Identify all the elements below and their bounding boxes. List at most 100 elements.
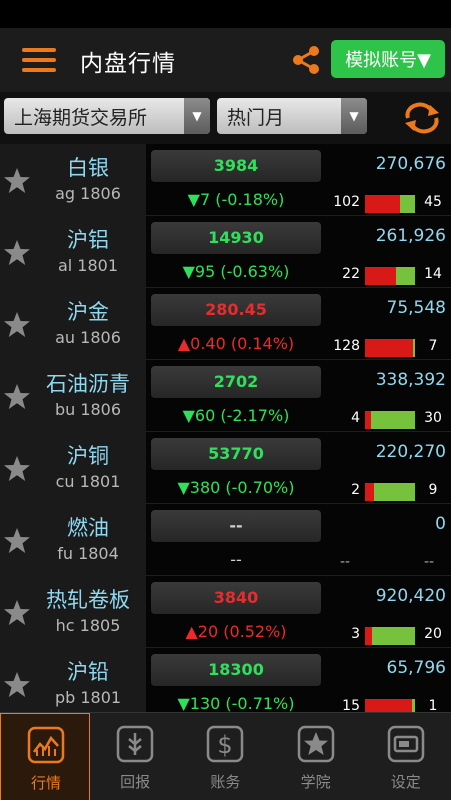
volume: 75,548 (386, 298, 446, 318)
buy-sell-ratio-bar (365, 411, 415, 429)
price-change: ▼95 (-0.63%) (182, 262, 290, 281)
last-price[interactable]: 280.45 (151, 294, 321, 326)
price-change: ▼60 (-2.17%) (182, 406, 290, 425)
price-change: -- (230, 550, 242, 569)
tab-label: 设定 (390, 773, 421, 791)
sell-volume: 1 (428, 698, 438, 712)
contract-name: 沪铅 (67, 660, 109, 684)
star-icon[interactable] (2, 166, 32, 196)
volume: 270,676 (375, 154, 446, 174)
last-price[interactable]: 2702 (151, 366, 321, 398)
quote-row[interactable]: 沪金 au 1806 280.45 ▲0.40 (0.14%) 75,548 128 7 (0, 288, 451, 360)
star-icon[interactable] (2, 382, 32, 412)
contract-code: au 1806 (55, 328, 121, 347)
refresh-icon[interactable] (402, 102, 442, 134)
tab-settings-card[interactable]: 设定 (361, 713, 451, 800)
quote-row[interactable]: 热轧卷板 hc 1805 3840 ▲20 (0.52%) 920,420 3 20 (0, 576, 451, 648)
volume: 920,420 (375, 586, 446, 606)
filter-bar: 上海期货交易所 ▼ 热门月 ▼ (0, 92, 451, 144)
buy-sell-ratio-bar (365, 483, 415, 501)
simulated-account-button[interactable]: 模拟账号▼ (331, 40, 445, 78)
menu-icon[interactable] (22, 46, 56, 74)
price-change: ▲20 (0.52%) (185, 622, 287, 641)
last-price[interactable]: -- (151, 510, 321, 542)
quote-row[interactable]: 白银 ag 1806 3984 ▼7 (-0.18%) 270,676 102 45 (0, 144, 451, 216)
buy-volume: 2 (351, 482, 360, 498)
contract-name: 燃油 (67, 516, 109, 540)
buy-bar-fill (365, 267, 396, 285)
sell-bar-fill (395, 267, 415, 285)
tab-dollar[interactable]: $ 账务 (180, 713, 270, 800)
last-price[interactable]: 3840 (151, 582, 321, 614)
star-icon[interactable] (2, 310, 32, 340)
volume: 65,796 (386, 658, 446, 678)
contract-code: cu 1801 (55, 472, 121, 491)
quote-row[interactable]: 沪铝 al 1801 14930 ▼95 (-0.63%) 261,926 22 14 (0, 216, 451, 288)
last-price[interactable]: 3984 (151, 150, 321, 182)
buy-volume: 3 (351, 626, 360, 642)
page-title: 内盘行情 (80, 51, 176, 77)
quote-row[interactable]: 沪铜 cu 1801 53770 ▼380 (-0.70%) 220,270 2 9 (0, 432, 451, 504)
star-icon[interactable] (2, 454, 32, 484)
buy-sell-ratio-bar (365, 195, 415, 213)
market-chart-icon (27, 726, 65, 764)
quote-row[interactable]: 沪铅 pb 1801 18300 ▼130 (-0.71%) 65,796 15 1 (0, 648, 451, 712)
last-price[interactable]: 14930 (151, 222, 321, 254)
sell-volume: 7 (428, 338, 438, 354)
sell-bar-fill (399, 195, 415, 213)
chevron-down-icon: ▼ (341, 98, 367, 134)
sell-bar-fill (412, 699, 415, 712)
status-bar (0, 0, 451, 28)
sell-volume: 9 (428, 482, 438, 498)
quote-row[interactable]: 石油沥青 bu 1806 2702 ▼60 (-2.17%) 338,392 4 30 (0, 360, 451, 432)
buy-sell-ratio-bar (365, 699, 415, 712)
sell-volume: 14 (424, 266, 442, 282)
tab-star[interactable]: 学院 (271, 713, 361, 800)
star-icon[interactable] (2, 526, 32, 556)
buy-bar-fill (365, 483, 374, 501)
buy-bar-fill (365, 339, 413, 357)
sell-bar-fill (412, 339, 415, 357)
sell-bar-fill (371, 627, 415, 645)
buy-bar-fill (365, 699, 412, 712)
last-price[interactable]: 18300 (151, 654, 321, 686)
star-icon[interactable] (2, 238, 32, 268)
tab-label: 回报 (120, 773, 151, 791)
tab-label: 学院 (300, 773, 331, 791)
svg-text:$: $ (218, 731, 233, 759)
quote-row[interactable]: 燃油 fu 1804 -- -- 0 -- -- (0, 504, 451, 576)
price-change: ▼7 (-0.18%) (187, 190, 285, 209)
tab-label: 行情 (30, 774, 61, 792)
volume: 0 (435, 514, 446, 534)
tab-report[interactable]: 回报 (90, 713, 180, 800)
month-select-value: 热门月 (227, 106, 285, 129)
buy-volume: 15 (342, 698, 360, 712)
star-icon (297, 725, 334, 763)
contract-code: hc 1805 (55, 616, 121, 635)
contract-name: 沪铝 (67, 228, 109, 252)
tab-label: 账务 (210, 773, 241, 791)
buy-volume: -- (340, 554, 351, 570)
contract-code: fu 1804 (57, 544, 119, 563)
quote-list[interactable]: 白银 ag 1806 3984 ▼7 (-0.18%) 270,676 102 45 沪铝 al… (0, 144, 451, 712)
month-select[interactable]: 热门月 ▼ (217, 98, 367, 134)
volume: 338,392 (375, 370, 446, 390)
contract-code: pb 1801 (54, 688, 122, 707)
sell-bar-fill (374, 483, 415, 501)
last-price[interactable]: 53770 (151, 438, 321, 470)
exchange-select[interactable]: 上海期货交易所 ▼ (4, 98, 210, 134)
star-icon[interactable] (2, 598, 32, 628)
settings-card-icon (387, 725, 425, 763)
volume: 261,926 (375, 226, 446, 246)
star-icon[interactable] (2, 670, 32, 700)
price-change: ▲0.40 (0.14%) (177, 334, 295, 353)
tab-market-chart[interactable]: 行情 (0, 713, 90, 800)
bottom-tab-bar: 行情 回报 $ 账务 学院 设定 (0, 712, 451, 800)
sell-volume: -- (424, 554, 435, 570)
share-icon[interactable] (290, 44, 322, 76)
contract-code: bu 1806 (54, 400, 122, 419)
buy-sell-ratio-bar (365, 627, 415, 645)
buy-volume: 22 (342, 266, 360, 282)
buy-sell-ratio-bar (365, 339, 415, 357)
contract-code: ag 1806 (55, 184, 121, 203)
